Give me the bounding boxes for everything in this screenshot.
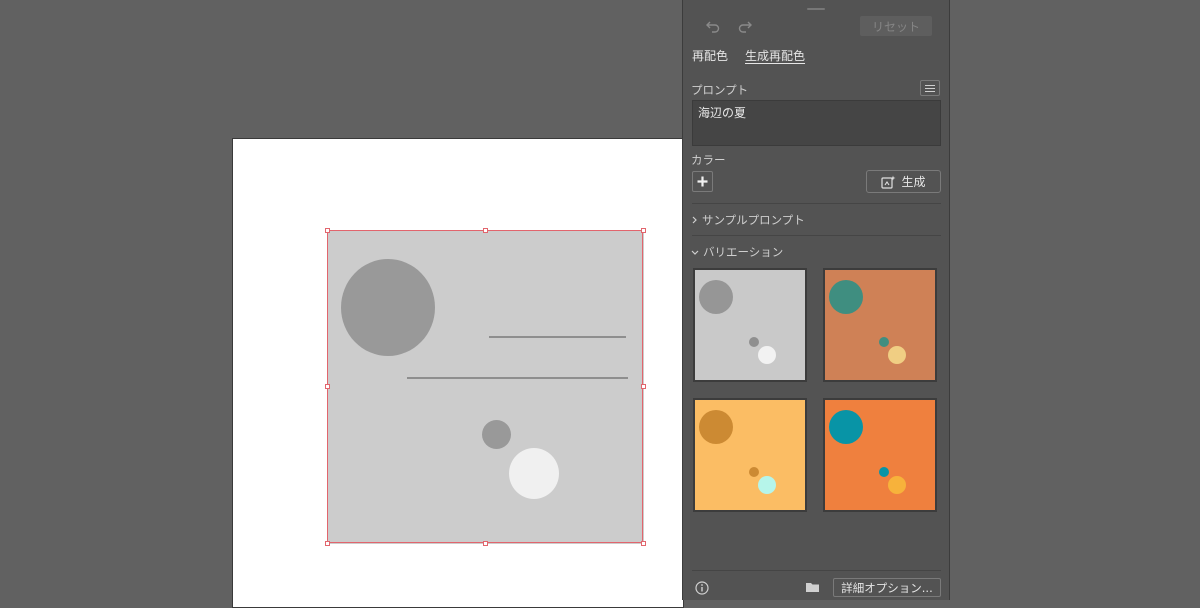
small-circle	[879, 337, 889, 347]
chevron-down-icon	[691, 250, 699, 255]
line-lower	[407, 377, 628, 379]
plus-icon	[697, 176, 708, 187]
variation-thumbnail[interactable]	[693, 398, 807, 512]
tab-recolor[interactable]: 再配色	[692, 47, 728, 64]
undo-icon[interactable]	[701, 16, 725, 36]
light-circle	[888, 476, 906, 494]
handle-middle-right[interactable]	[641, 384, 646, 389]
sample-prompts-label: サンプルプロンプト	[702, 213, 805, 227]
light-circle	[888, 346, 906, 364]
handle-bottom-middle[interactable]	[483, 541, 488, 546]
small-circle	[749, 467, 759, 477]
divider	[692, 235, 941, 236]
large-circle	[829, 280, 863, 314]
redo-icon[interactable]	[733, 16, 757, 36]
prompt-input[interactable]: 海辺の夏	[692, 100, 941, 146]
divider	[692, 570, 941, 571]
prompt-label: プロンプト	[691, 83, 749, 97]
tab-generative-recolor[interactable]: 生成再配色	[745, 47, 805, 64]
handle-bottom-right[interactable]	[641, 541, 646, 546]
variation-thumbnail[interactable]	[823, 398, 937, 512]
recolor-panel: リセット 再配色 生成再配色 プロンプト 海辺の夏 カラー 生成 サンプルプロン…	[682, 0, 950, 600]
handle-top-left[interactable]	[325, 228, 330, 233]
variation-thumbnail[interactable]	[693, 268, 807, 382]
light-circle	[758, 476, 776, 494]
reset-button[interactable]: リセット	[860, 16, 932, 36]
variations-toggle[interactable]: バリエーション	[691, 244, 783, 260]
detail-options-button[interactable]: 詳細オプション...	[833, 578, 941, 597]
chevron-right-icon	[692, 216, 697, 224]
add-color-button[interactable]	[692, 171, 713, 192]
large-circle	[341, 259, 435, 356]
folder-icon[interactable]	[800, 577, 824, 597]
info-icon[interactable]	[690, 578, 714, 598]
large-circle	[699, 410, 733, 444]
menu-icon[interactable]	[920, 80, 940, 96]
handle-bottom-left[interactable]	[325, 541, 330, 546]
large-circle	[699, 280, 733, 314]
light-circle	[758, 346, 776, 364]
small-circle	[749, 337, 759, 347]
divider	[692, 203, 941, 204]
generate-button[interactable]: 生成	[866, 170, 941, 193]
handle-top-middle[interactable]	[483, 228, 488, 233]
large-circle	[829, 410, 863, 444]
panel-grip[interactable]	[807, 8, 825, 10]
variation-thumbnail[interactable]	[823, 268, 937, 382]
small-circle	[482, 420, 511, 449]
handle-top-right[interactable]	[641, 228, 646, 233]
line-upper	[489, 336, 626, 338]
selected-artwork[interactable]	[327, 230, 644, 544]
small-circle	[879, 467, 889, 477]
white-circle	[509, 448, 559, 499]
color-label: カラー	[691, 153, 726, 167]
sample-prompts-toggle[interactable]: サンプルプロンプト	[691, 212, 805, 228]
generate-icon	[881, 175, 896, 189]
variations-label: バリエーション	[703, 245, 784, 259]
handle-middle-left[interactable]	[325, 384, 330, 389]
generate-label: 生成	[901, 175, 926, 189]
